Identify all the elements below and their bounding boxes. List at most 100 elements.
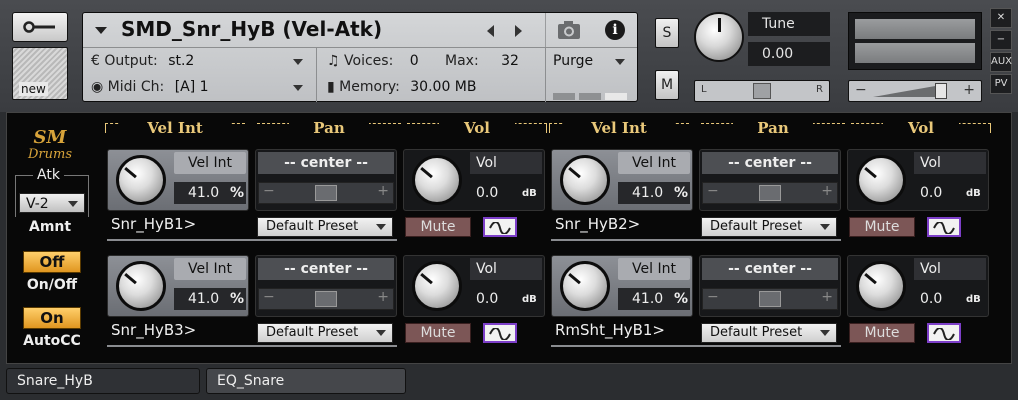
- midi-channel-row[interactable]: ◉ Midi Ch: [A] 1: [91, 79, 209, 95]
- atk-dropdown-value: V-2: [26, 196, 49, 212]
- close-button[interactable]: ✕: [990, 8, 1012, 28]
- pan-value[interactable]: -- center --: [702, 152, 838, 174]
- midi-dropdown-chevron-icon[interactable]: [293, 85, 303, 91]
- waveform-button[interactable]: [927, 323, 961, 343]
- off-button[interactable]: Off: [23, 251, 81, 273]
- vel-int-knob[interactable]: [560, 155, 610, 205]
- column-header-vel-int: Vel Int: [119, 119, 231, 139]
- pan-slider[interactable]: − +: [258, 182, 394, 204]
- pan-slider[interactable]: − +: [258, 288, 394, 310]
- purge-indicator: [553, 85, 631, 104]
- pan-control: -- center -- − +: [255, 255, 397, 317]
- pan-value[interactable]: -- center --: [258, 258, 394, 280]
- vel-int-knob[interactable]: [116, 261, 166, 311]
- volume-minus[interactable]: −: [855, 82, 867, 98]
- amnt-label: Amnt: [29, 219, 72, 235]
- vol-unit: dB: [522, 294, 537, 305]
- new-label: new: [19, 82, 48, 96]
- pan-slider[interactable]: − +: [702, 288, 838, 310]
- pan-plus: +: [377, 289, 389, 305]
- max-voices-row[interactable]: Max: 32: [445, 53, 519, 69]
- mute-button[interactable]: Mute: [405, 217, 471, 237]
- instrument-menu-chevron-icon[interactable]: [95, 27, 107, 34]
- mute-button[interactable]: Mute: [405, 323, 471, 343]
- instrument-name[interactable]: SMD_Snr_HyB (Vel-Atk): [121, 17, 382, 41]
- volume-wedge: [873, 85, 941, 97]
- purge-dropdown-chevron-icon[interactable]: [615, 59, 625, 65]
- pan-minus: −: [707, 183, 719, 199]
- channel-name[interactable]: RmSht_HyB1>: [555, 321, 665, 339]
- pan-value[interactable]: -- center --: [702, 258, 838, 280]
- preset-dropdown[interactable]: Default Preset: [257, 323, 393, 343]
- pan-slider-handle[interactable]: [753, 83, 771, 99]
- meter-right-bar: [855, 43, 975, 63]
- pan-slider-handle[interactable]: [315, 291, 337, 307]
- preset-dropdown[interactable]: Default Preset: [257, 217, 393, 237]
- channel-underline: [551, 239, 841, 241]
- channel-name[interactable]: Snr_HyB2>: [555, 215, 640, 233]
- waveform-button[interactable]: [483, 217, 517, 237]
- tab-eq-snare[interactable]: EQ_Snare: [206, 368, 406, 394]
- waveform-button[interactable]: [483, 323, 517, 343]
- vol-knob[interactable]: [856, 261, 906, 311]
- vel-int-knob[interactable]: [116, 155, 166, 205]
- vel-int-control: Vel Int 41.0 %: [107, 149, 249, 211]
- chevron-down-icon: [376, 224, 386, 230]
- new-instrument-button[interactable]: new: [12, 47, 68, 100]
- pan-slider-handle[interactable]: [759, 185, 781, 201]
- pan-slider-handle[interactable]: [759, 291, 781, 307]
- tune-value[interactable]: 0.00: [748, 42, 830, 66]
- mute-button[interactable]: Mute: [849, 217, 915, 237]
- output-dropdown-chevron-icon[interactable]: [293, 59, 303, 65]
- mute-instrument-button[interactable]: M: [655, 70, 679, 100]
- vol-knob[interactable]: [412, 261, 462, 311]
- wrench-button[interactable]: [12, 12, 68, 42]
- channel-name[interactable]: Snr_HyB1>: [111, 215, 196, 233]
- chevron-down-icon: [820, 224, 830, 230]
- preset-dropdown[interactable]: Default Preset: [701, 217, 837, 237]
- memory-value: 30.00 MB: [410, 79, 477, 95]
- pan-control: -- center -- − +: [255, 149, 397, 211]
- autocc-on-button[interactable]: On: [23, 307, 81, 329]
- channel-name[interactable]: Snr_HyB3>: [111, 321, 196, 339]
- mixer-panel: SM Drums Atk V-2 Amnt Off On/Off On Auto…: [6, 112, 1012, 364]
- vel-int-label: Vel Int: [618, 152, 690, 174]
- vol-knob[interactable]: [856, 155, 906, 205]
- vol-knob[interactable]: [412, 155, 462, 205]
- tune-knob[interactable]: [694, 12, 744, 62]
- wrench-icon: [23, 21, 55, 33]
- volume-slider-handle[interactable]: [935, 83, 947, 99]
- pan-slider-handle[interactable]: [315, 185, 337, 201]
- info-button[interactable]: i: [591, 13, 637, 47]
- solo-button[interactable]: S: [655, 18, 679, 48]
- purge-menu[interactable]: Purge: [553, 53, 593, 69]
- minimize-button[interactable]: −: [990, 30, 1012, 50]
- volume-plus[interactable]: +: [963, 82, 975, 98]
- pv-button[interactable]: PV: [990, 74, 1012, 94]
- vol-unit: dB: [966, 294, 981, 305]
- sine-wave-icon: [489, 328, 511, 340]
- prev-instrument-arrow-icon[interactable]: [487, 25, 494, 37]
- snapshot-camera-button[interactable]: [545, 13, 591, 47]
- output-row[interactable]: € Output: st.2: [91, 53, 194, 69]
- divider: [83, 47, 637, 48]
- preset-dropdown[interactable]: Default Preset: [701, 323, 837, 343]
- info-icon: i: [605, 20, 625, 40]
- pan-minus: −: [263, 183, 275, 199]
- next-instrument-arrow-icon[interactable]: [515, 25, 522, 37]
- pan-plus: +: [377, 183, 389, 199]
- pan-slider[interactable]: − +: [702, 182, 838, 204]
- vel-int-control: Vel Int 41.0 %: [107, 255, 249, 317]
- waveform-button[interactable]: [927, 217, 961, 237]
- pan-value[interactable]: -- center --: [258, 152, 394, 174]
- vol-control: Vol 0.0 dB: [847, 255, 989, 317]
- mute-button[interactable]: Mute: [849, 323, 915, 343]
- aux-button[interactable]: AUX: [990, 52, 1012, 72]
- volume-slider[interactable]: − +: [848, 80, 982, 102]
- max-voices-label: Max:: [445, 53, 479, 69]
- vel-int-knob[interactable]: [560, 261, 610, 311]
- atk-dropdown[interactable]: V-2: [19, 193, 85, 213]
- tab-snare-hyb[interactable]: Snare_HyB: [6, 368, 200, 394]
- pan-slider[interactable]: L R: [694, 80, 830, 102]
- output-value: st.2: [168, 53, 195, 69]
